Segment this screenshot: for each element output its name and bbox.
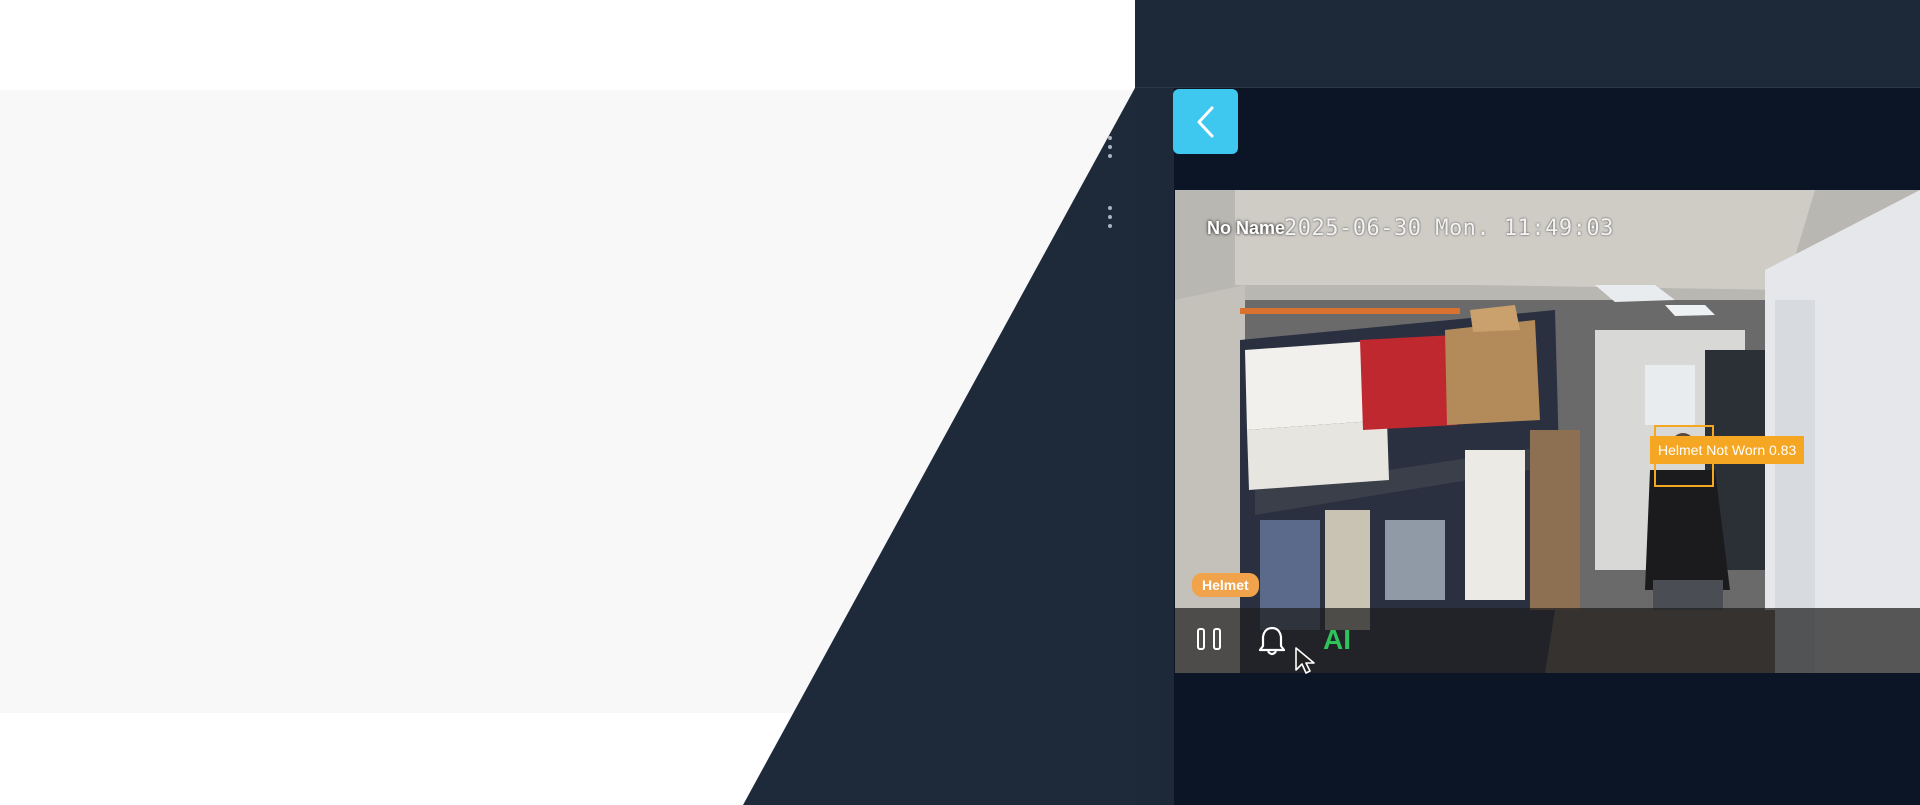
pause-icon[interactable] [1197,628,1221,654]
screen: No Name 2025-06-30 Mon. 11:49:03 Helmet … [0,0,1920,805]
camera-timestamp-overlay: 2025-06-30 Mon. 11:49:03 [1284,216,1614,241]
kebab-icon[interactable] [1107,136,1113,158]
camera-name-overlay: No Name [1207,218,1286,238]
ai-toggle-button[interactable]: AI [1323,624,1351,656]
rule-badge: Helmet [1192,573,1259,597]
kebab-icon[interactable] [1107,206,1113,228]
video-controls-bar: AI [1175,608,1920,673]
bell-icon[interactable] [1257,624,1287,658]
camera-feed-image [1175,190,1920,673]
back-button[interactable] [1173,89,1238,154]
side-menu-strip [1135,88,1175,805]
chevron-left-icon [1197,106,1213,137]
camera-feed-tile[interactable]: No Name 2025-06-30 Mon. 11:49:03 Helmet … [1175,190,1920,673]
top-header-bar [1135,0,1920,88]
detection-label: Helmet Not Worn 0.83 [1650,436,1805,464]
mouse-cursor-icon [1295,647,1315,674]
